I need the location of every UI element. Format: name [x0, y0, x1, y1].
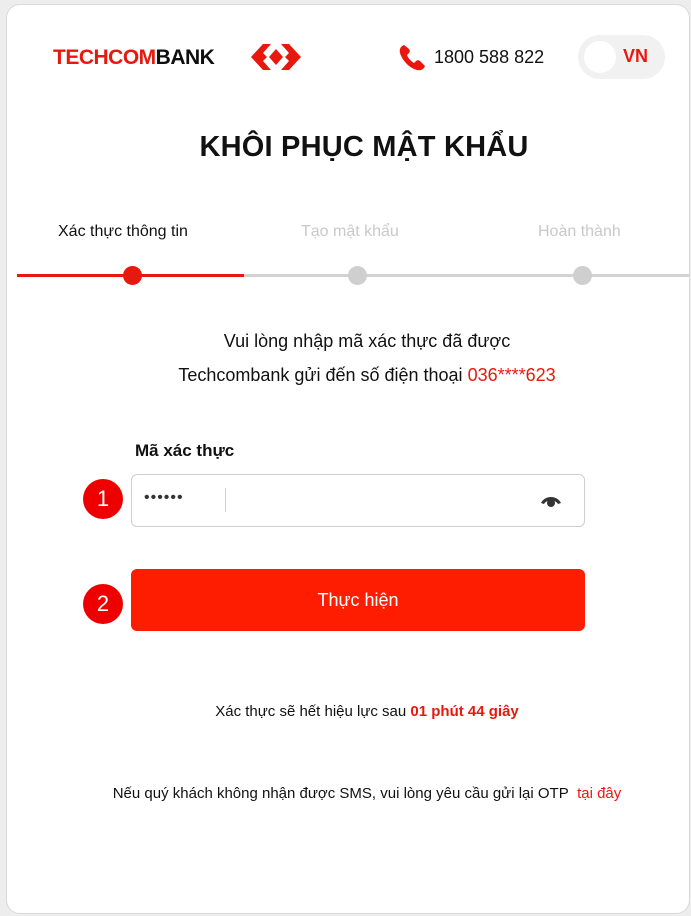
resend-notice: Nếu quý khách không nhận được SMS, vui l… [7, 781, 689, 806]
expiry-text: Xác thực sẽ hết hiệu lực sau [215, 703, 407, 720]
step-label-create-password: Tạo mật khẩu [301, 223, 399, 240]
step-badge-1: 1 [83, 479, 123, 519]
step-dot-complete [573, 266, 592, 285]
expiry-notice: Xác thực sẽ hết hiệu lực sau 01 phút 44 … [7, 703, 689, 720]
resend-link[interactable]: tại đây [577, 785, 621, 802]
language-label: VN [623, 46, 649, 66]
step-badge-2: 2 [83, 584, 123, 624]
step-label-verify: Xác thực thông tin [58, 223, 188, 240]
otp-input-value[interactable]: •••••• [144, 489, 184, 507]
techcombank-logo-icon [251, 44, 301, 70]
stepper-progress-remaining [244, 274, 689, 277]
language-toggle-knob[interactable] [584, 41, 616, 73]
instruction-line2: Techcombank gửi đến số điện thoại 036***… [7, 365, 689, 386]
hotline-number[interactable]: 1800 588 822 [434, 45, 544, 69]
step-dot-verify [123, 266, 142, 285]
otp-field-label: Mã xác thực [135, 441, 235, 460]
step-label-complete: Hoàn thành [538, 223, 621, 240]
resend-text: Nếu quý khách không nhận được SMS, vui l… [112, 785, 569, 802]
phone-icon [399, 45, 425, 71]
otp-input[interactable]: •••••• [131, 474, 585, 527]
instruction-line2-text: Techcombank gửi đến số điện thoại [178, 365, 463, 385]
submit-button[interactable]: Thực hiện [131, 569, 585, 631]
expiry-countdown: 01 phút 44 giây [410, 703, 519, 720]
eye-icon[interactable] [540, 492, 562, 508]
brand-text-part1: TECHCOM [53, 46, 156, 69]
masked-phone-number: 036****623 [467, 365, 556, 385]
language-toggle[interactable]: VN [578, 35, 665, 79]
text-cursor [225, 488, 226, 512]
recovery-card: TECHCOMBANK 1800 588 822 VN KHÔI PHỤC MẬ… [6, 4, 690, 914]
brand-text-part2: BANK [155, 46, 215, 69]
step-dot-create-password [348, 266, 367, 285]
instruction-line1: Vui lòng nhập mã xác thực đã được [223, 331, 511, 351]
page-title: KHÔI PHỤC MẬT KHẨU [199, 131, 529, 163]
brand-logo-text: TECHCOMBANK [53, 45, 215, 71]
